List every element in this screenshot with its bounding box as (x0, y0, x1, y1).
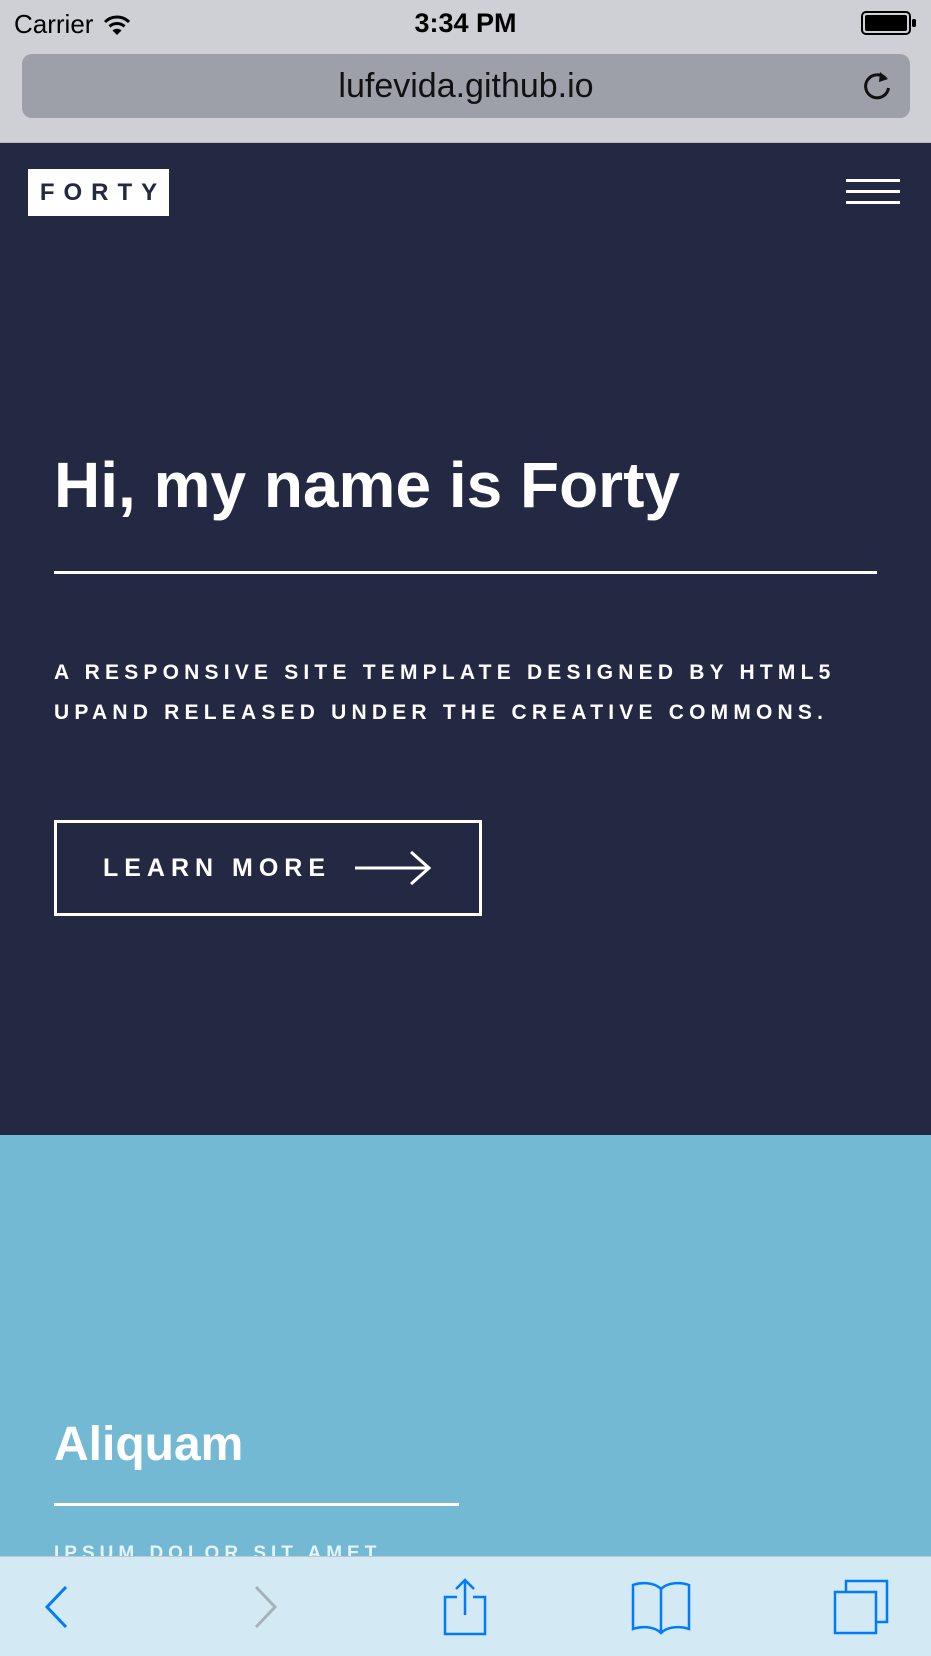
url-text[interactable]: lufevida.github.io (22, 54, 910, 118)
web-page: FORTY Hi, my name is Forty A responsive … (0, 143, 931, 1556)
back-button[interactable] (22, 1577, 92, 1637)
share-button[interactable] (430, 1577, 500, 1637)
hero-description: A responsive site template designed by H… (54, 661, 836, 724)
reload-icon[interactable] (860, 69, 894, 103)
tabs-icon (833, 1579, 889, 1635)
status-bar: Carrier 3:34 PM (0, 0, 931, 46)
learn-more-label: LEARN MORE (102, 853, 332, 882)
status-time: 3:34 PM (414, 8, 517, 38)
forward-button[interactable] (230, 1577, 300, 1637)
forward-icon (254, 1585, 278, 1629)
hero-title: Hi, my name is Forty (54, 449, 680, 521)
browser-toolbar (0, 1556, 931, 1656)
battery-icon (861, 11, 916, 35)
tile-text: Ipsum dolor sit amet (54, 1543, 382, 1556)
tile-title: Aliquam (54, 1418, 244, 1471)
arrow-right-icon (355, 850, 432, 886)
tabs-button[interactable] (826, 1577, 896, 1637)
share-icon (443, 1578, 487, 1636)
menu-icon[interactable] (846, 179, 900, 205)
back-icon (44, 1585, 68, 1629)
tile-divider (54, 1503, 459, 1506)
hero-divider (54, 571, 877, 574)
browser-address-area: lufevida.github.io (0, 46, 931, 143)
bookmarks-icon (631, 1581, 691, 1635)
bookmarks-button[interactable] (626, 1577, 696, 1637)
safari-screen: Carrier 3:34 PM lufevida.github.io FORTY (0, 0, 931, 1656)
site-logo[interactable]: FORTY (28, 169, 169, 216)
address-bar[interactable]: lufevida.github.io (22, 54, 910, 118)
learn-more-button[interactable]: LEARN MORE (54, 820, 482, 916)
hero-banner: FORTY Hi, my name is Forty A responsive … (0, 143, 931, 1135)
aliquam-tile[interactable]: Aliquam Ipsum dolor sit amet (0, 1135, 931, 1556)
